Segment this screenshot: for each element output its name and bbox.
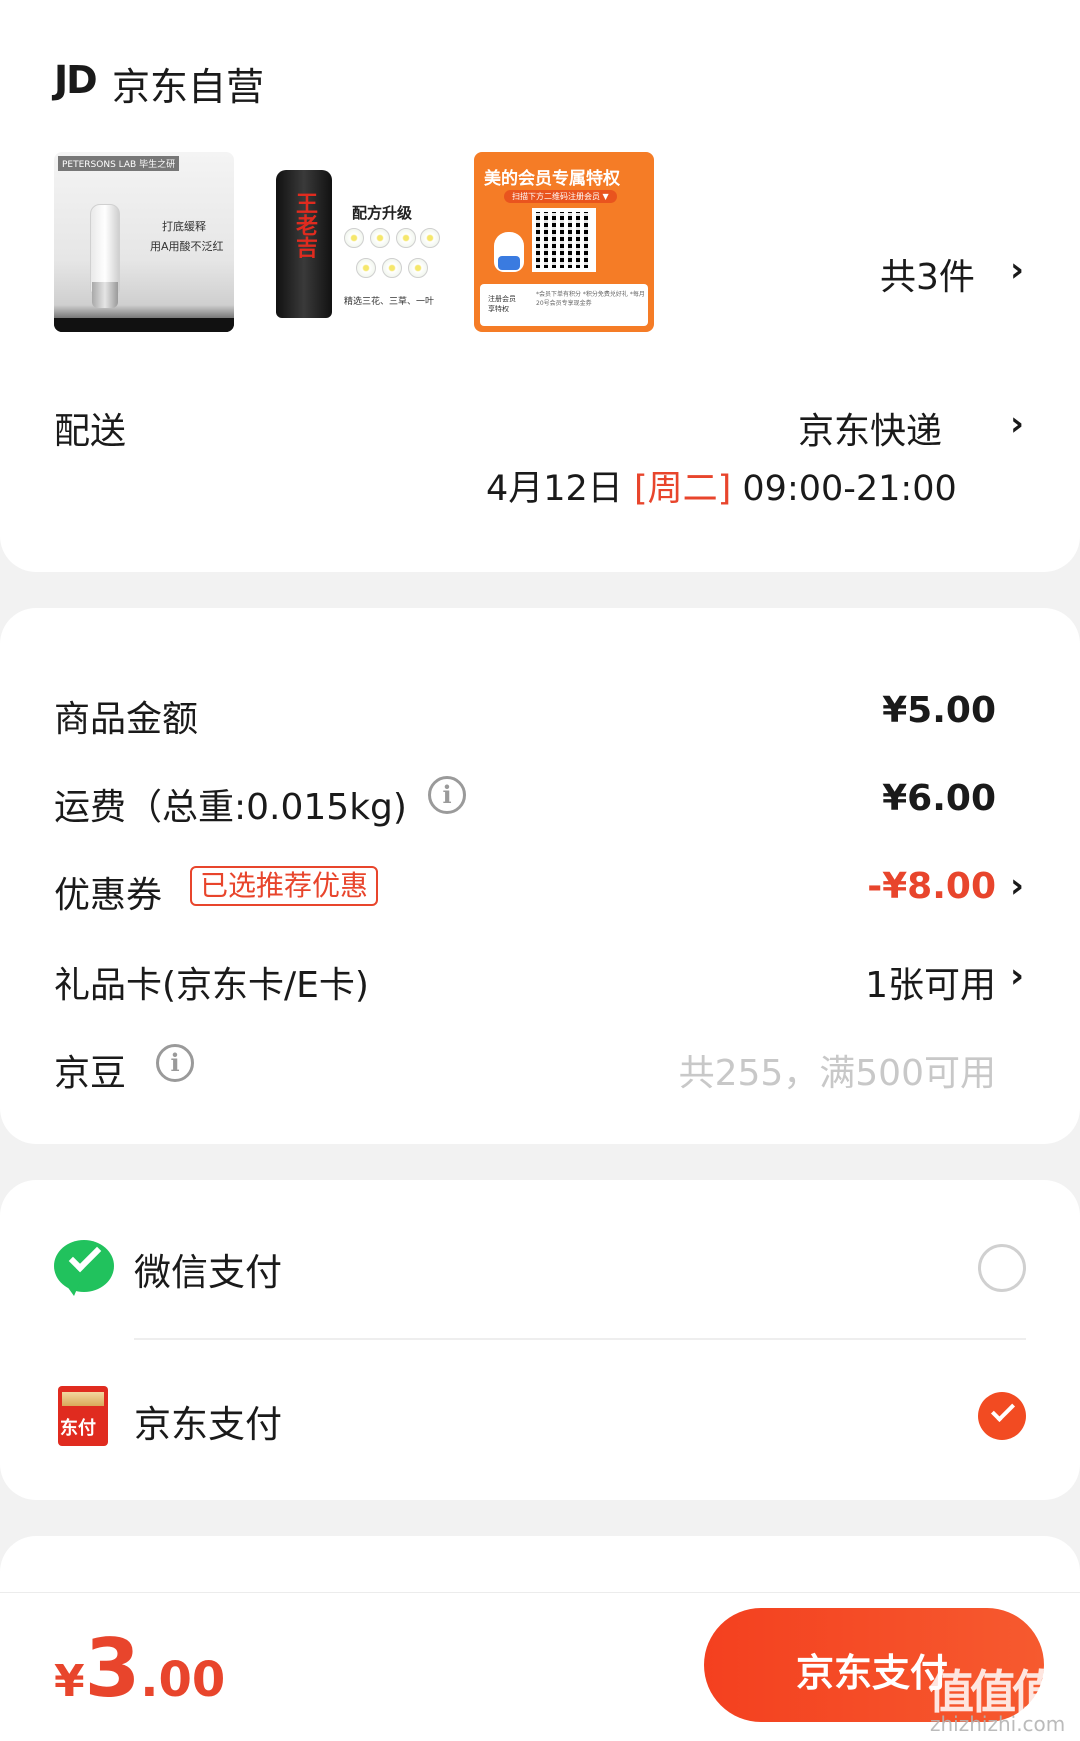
- product-1-cap: [92, 282, 118, 308]
- goods-amount-label: 商品金额: [54, 699, 199, 740]
- flower-icon: [370, 228, 390, 248]
- watermark-url: zhizhizhi.com: [930, 1712, 1066, 1736]
- jd-pay-label[interactable]: 京东支付: [134, 1394, 282, 1448]
- product-1-text-2: 用A用酸不泛红: [150, 240, 224, 253]
- product-thumbnail-3[interactable]: 美的会员专属特权 扫描下方二维码注册会员 ▼ 注册会员享特权 *会员下单有积分 …: [474, 152, 654, 332]
- info-icon[interactable]: i: [428, 776, 466, 814]
- jd-logo: JD: [54, 58, 98, 102]
- jd-beans-label: 京豆: [54, 1053, 127, 1094]
- product-2-footer: 精选三花、三草、一叶: [344, 297, 435, 307]
- giftcard-value[interactable]: 1张可用: [865, 956, 996, 1008]
- store-name[interactable]: 京东自营: [112, 56, 264, 111]
- jd-beans-value: 共255，满500可用: [678, 1053, 996, 1094]
- wechat-pay-label[interactable]: 微信支付: [134, 1242, 282, 1296]
- mascot-body: [498, 256, 520, 270]
- herb-icon: [420, 228, 440, 248]
- shipping-value: ¥6.00: [882, 778, 996, 819]
- shipping-label: 运费（总重:0.015kg): [54, 787, 407, 828]
- product-3-subtitle: 扫描下方二维码注册会员 ▼: [504, 190, 617, 203]
- product-1-brand: PETERSONS LAB 毕生之研: [58, 156, 180, 171]
- wechat-pay-radio[interactable]: [978, 1244, 1026, 1292]
- delivery-method[interactable]: 京东快递: [798, 402, 942, 454]
- chevron-right-icon[interactable]: ›: [1010, 866, 1024, 906]
- qr-code-pattern: [532, 208, 596, 272]
- product-1-footer-bar: [54, 318, 234, 332]
- delivery-date: 4月12日: [486, 469, 623, 509]
- delivery-time[interactable]: 4月12日 [周二] 09:00-21:00: [486, 460, 957, 511]
- herb-icon: [356, 258, 376, 278]
- chevron-right-icon[interactable]: ›: [1010, 956, 1024, 996]
- item-count[interactable]: 共3件: [880, 248, 975, 300]
- delivery-weekday: [周二]: [633, 469, 732, 509]
- product-thumbnail-1[interactable]: PETERSONS LAB 毕生之研 打底缓释 用A用酸不泛红: [54, 152, 234, 332]
- coupon-value[interactable]: -¥8.00: [867, 866, 996, 907]
- pay-button-label[interactable]: 京东支付: [796, 1642, 948, 1697]
- leaf-icon: [408, 258, 428, 278]
- delivery-label: 配送: [54, 411, 127, 452]
- delivery-window: 09:00-21:00: [742, 469, 957, 509]
- product-3-title: 美的会员专属特权: [484, 169, 620, 189]
- product-2-title: 配方升级: [352, 204, 413, 222]
- info-icon[interactable]: i: [156, 1044, 194, 1082]
- goods-amount-value: ¥5.00: [882, 690, 996, 731]
- total-integer: 3: [84, 1622, 141, 1715]
- total-decimal: .00: [140, 1652, 226, 1708]
- flower-icon: [396, 228, 416, 248]
- payment-card: [0, 1180, 1080, 1500]
- product-3-panel-left: 注册会员享特权: [488, 295, 516, 313]
- product-2-can-label: 王老吉: [292, 192, 317, 258]
- chevron-right-icon[interactable]: ›: [1010, 250, 1024, 290]
- product-thumbnail-2[interactable]: 王老吉 配方升级 精选三花、三草、一叶: [264, 152, 444, 332]
- wechat-pay-icon-tail: [64, 1282, 80, 1296]
- chevron-right-icon[interactable]: ›: [1010, 404, 1024, 444]
- product-3-panel-right: *会员下单有积分 *积分免费兑好礼 *每月20号会员专享现金券: [536, 291, 645, 307]
- coupon-label: 优惠券: [54, 875, 163, 916]
- total-price: ¥3.00: [54, 1622, 225, 1715]
- total-currency: ¥: [54, 1656, 85, 1707]
- product-1-tube: [90, 204, 120, 294]
- flower-icon: [344, 228, 364, 248]
- coupon-tag: 已选推荐优惠: [190, 866, 379, 906]
- herb-icon: [382, 258, 402, 278]
- jd-pay-icon-text: 东付: [60, 1418, 96, 1439]
- giftcard-label: 礼品卡(京东卡/E卡): [54, 965, 369, 1006]
- jd-pay-icon-top: [62, 1392, 104, 1406]
- payment-divider: [134, 1338, 1026, 1340]
- product-1-text-1: 打底缓释: [162, 220, 206, 233]
